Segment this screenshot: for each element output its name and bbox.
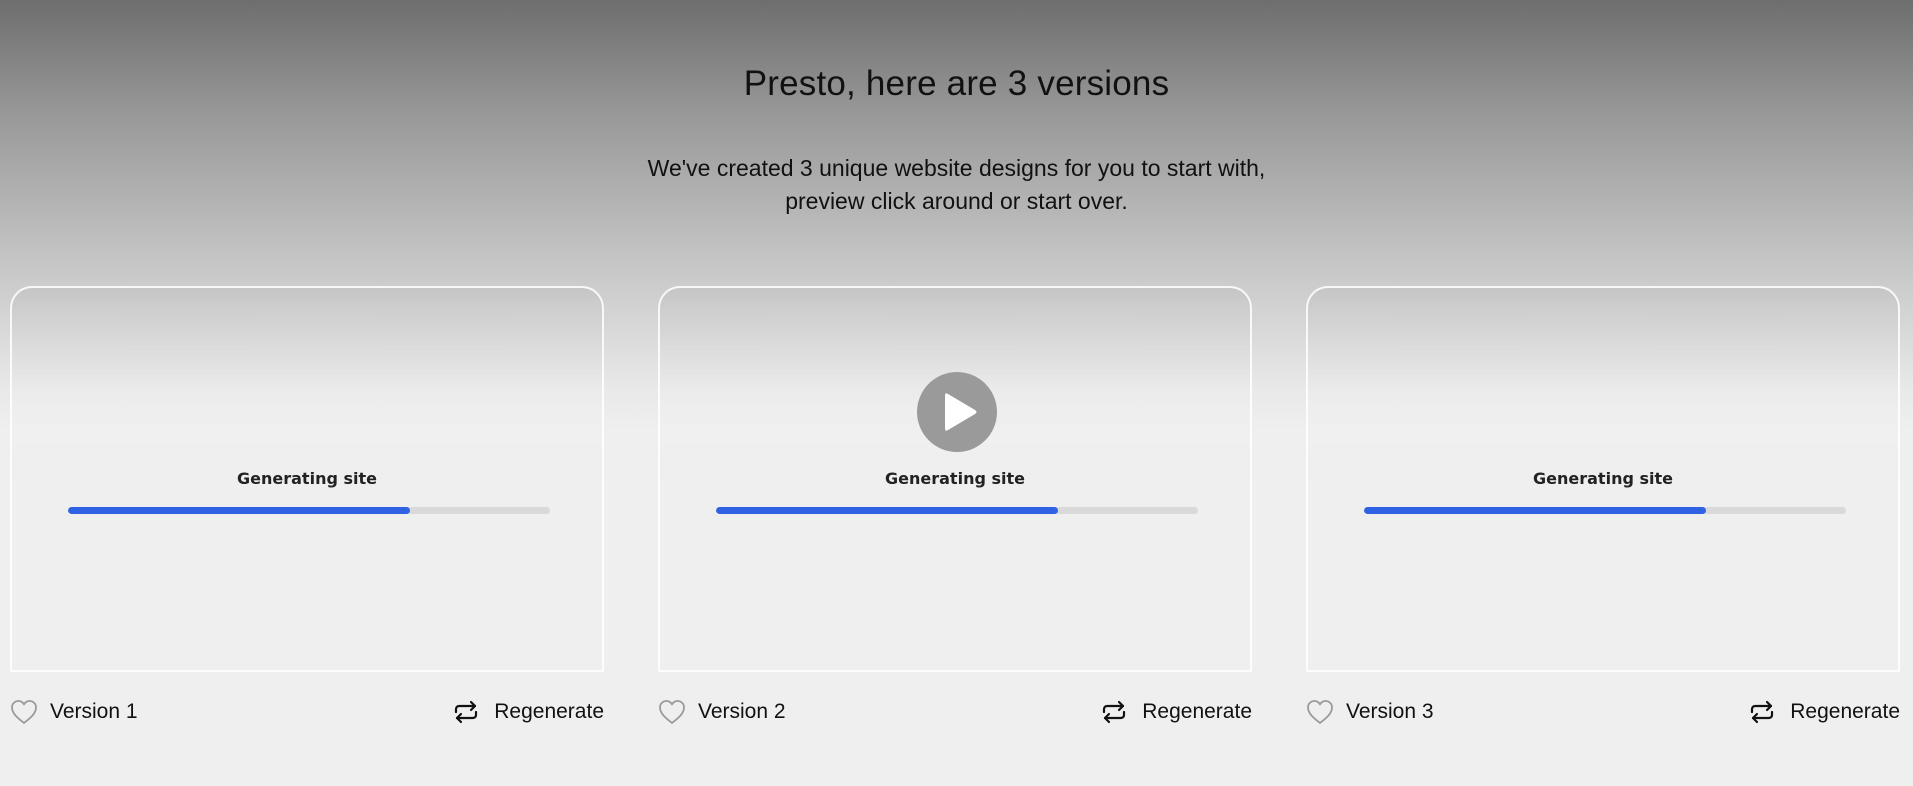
- favorite-group: Version 2: [658, 692, 786, 732]
- page-subtitle: We've created 3 unique website designs f…: [0, 152, 1913, 218]
- progress-bar-fill: [716, 507, 1059, 514]
- version-card-3: Generating site Version 3 Regenerate: [1306, 286, 1900, 732]
- page-subtitle-line-2: preview click around or start over.: [785, 188, 1128, 214]
- repeat-icon: [1748, 698, 1776, 726]
- progress-bar: [716, 507, 1198, 514]
- progress-bar-fill: [68, 507, 411, 514]
- regenerate-button[interactable]: Regenerate: [452, 692, 604, 732]
- favorite-group: Version 1: [10, 692, 138, 732]
- site-preview-1[interactable]: Generating site: [10, 286, 604, 672]
- card-footer: Version 2 Regenerate: [658, 692, 1252, 732]
- generating-status-label: Generating site: [885, 469, 1025, 488]
- progress-bar: [1364, 507, 1846, 514]
- play-icon: [945, 393, 977, 431]
- version-label: Version 1: [50, 700, 138, 723]
- version-label: Version 2: [698, 700, 786, 723]
- heart-outline-icon[interactable]: [1306, 699, 1334, 725]
- site-preview-3[interactable]: Generating site: [1306, 286, 1900, 672]
- regenerate-label: Regenerate: [1142, 700, 1252, 723]
- version-card-2: Generating site Version 2 Regenerate: [658, 286, 1252, 732]
- regenerate-button[interactable]: Regenerate: [1100, 692, 1252, 732]
- generating-status-label: Generating site: [237, 469, 377, 488]
- repeat-icon: [1100, 698, 1128, 726]
- favorite-group: Version 3: [1306, 692, 1434, 732]
- heart-outline-icon[interactable]: [10, 699, 38, 725]
- version-label: Version 3: [1346, 700, 1434, 723]
- repeat-icon: [452, 698, 480, 726]
- progress-bar: [68, 507, 550, 514]
- play-button[interactable]: [917, 372, 997, 452]
- page-subtitle-line-1: We've created 3 unique website designs f…: [647, 155, 1266, 181]
- regenerate-label: Regenerate: [494, 700, 604, 723]
- heart-outline-icon[interactable]: [658, 699, 686, 725]
- card-footer: Version 1 Regenerate: [10, 692, 604, 732]
- version-card-1: Generating site Version 1 Regenerate: [10, 286, 604, 732]
- regenerate-button[interactable]: Regenerate: [1748, 692, 1900, 732]
- page-title: Presto, here are 3 versions: [743, 64, 1170, 103]
- site-preview-2[interactable]: Generating site: [658, 286, 1252, 672]
- progress-bar-fill: [1364, 507, 1707, 514]
- generating-status-label: Generating site: [1533, 469, 1673, 488]
- regenerate-label: Regenerate: [1790, 700, 1900, 723]
- card-footer: Version 3 Regenerate: [1306, 692, 1900, 732]
